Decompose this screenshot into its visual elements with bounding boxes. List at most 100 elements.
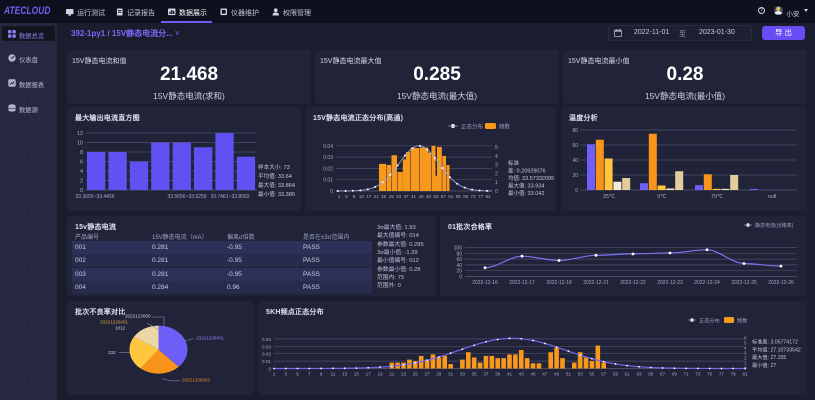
svg-text:频数: 频数	[737, 317, 748, 325]
svg-text:53: 53	[578, 372, 584, 377]
svg-text:7: 7	[308, 372, 311, 377]
svg-text:60: 60	[572, 143, 578, 149]
svg-text:2022-12-24: 2022-12-24	[694, 280, 720, 286]
svg-text:0.02: 0.02	[262, 352, 271, 357]
svg-text:0.03: 0.03	[323, 155, 333, 161]
svg-text:41: 41	[507, 372, 513, 377]
svg-text:63: 63	[636, 372, 642, 377]
svg-text:20221206002: 20221206002	[182, 378, 211, 383]
svg-text:43: 43	[519, 372, 525, 377]
svg-text:标准差: 3.05774172: 标准差: 3.05774172	[752, 338, 798, 346]
svg-text:47: 47	[542, 372, 548, 377]
svg-text:37: 37	[403, 194, 409, 199]
svg-text:0.01: 0.01	[262, 359, 271, 364]
svg-text:25℃: 25℃	[603, 194, 616, 200]
svg-text:31: 31	[448, 372, 454, 377]
svg-text:1: 1	[273, 372, 276, 377]
svg-text:9: 9	[353, 194, 356, 199]
svg-text:1012: 1012	[115, 326, 126, 331]
svg-text:232: 232	[108, 350, 116, 355]
svg-text:0.01: 0.01	[323, 178, 333, 184]
svg-text:0.04: 0.04	[323, 144, 333, 150]
svg-text:79: 79	[731, 372, 737, 377]
svg-text:15: 15	[354, 372, 360, 377]
svg-text:2: 2	[80, 179, 83, 185]
svg-text:平均值: 27.10733542: 平均值: 27.10733542	[752, 345, 801, 353]
svg-text:2022122600...: 2022122600...	[125, 314, 154, 319]
svg-text:12: 12	[77, 131, 83, 137]
svg-text:75: 75	[707, 372, 713, 377]
svg-text:静态电流(合格率): 静态电流(合格率)	[755, 222, 794, 229]
svg-text:0: 0	[268, 367, 271, 372]
svg-text:17: 17	[366, 194, 372, 199]
svg-text:最小值: 27: 最小值: 27	[752, 361, 776, 369]
svg-text:2022-12-22: 2022-12-22	[620, 280, 646, 286]
svg-text:57: 57	[601, 372, 607, 377]
svg-text:81: 81	[485, 194, 491, 199]
svg-text:25: 25	[413, 372, 419, 377]
svg-text:2022-12-21: 2022-12-21	[583, 280, 609, 286]
svg-text:最小值: 33.386: 最小值: 33.386	[258, 190, 295, 198]
svg-text:最大值: 33.934: 最大值: 33.934	[508, 182, 544, 190]
svg-text:29: 29	[389, 194, 395, 199]
svg-text:77: 77	[719, 372, 725, 377]
svg-text:45: 45	[418, 194, 424, 199]
svg-text:3: 3	[495, 163, 498, 169]
svg-text:2022-12-25: 2022-12-25	[731, 280, 757, 286]
svg-text:100: 100	[454, 246, 463, 252]
svg-text:20221206001: 20221206001	[196, 336, 225, 341]
svg-text:69: 69	[463, 194, 469, 199]
svg-text:17: 17	[366, 372, 372, 377]
svg-text:73: 73	[695, 372, 701, 377]
svg-text:0: 0	[744, 366, 747, 371]
svg-text:最小值: 33.042: 最小值: 33.042	[508, 189, 544, 197]
svg-text:平均值: 33.64: 平均值: 33.64	[258, 172, 292, 180]
svg-text:20221226001: 20221226001	[100, 320, 129, 325]
svg-text:61: 61	[448, 194, 454, 199]
svg-text:6: 6	[80, 160, 83, 166]
svg-text:81: 81	[742, 372, 748, 377]
svg-text:最大值: 33.864: 最大值: 33.864	[258, 181, 295, 189]
svg-text:5: 5	[296, 372, 299, 377]
svg-text:2: 2	[495, 171, 498, 177]
svg-text:10: 10	[77, 141, 83, 147]
svg-text:33: 33	[460, 372, 466, 377]
svg-text:70℃: 70℃	[711, 194, 724, 200]
svg-text:2022-12-17: 2022-12-17	[509, 280, 535, 286]
svg-text:29: 29	[436, 372, 442, 377]
svg-text:49: 49	[426, 194, 432, 199]
svg-text:25: 25	[381, 194, 387, 199]
svg-text:53: 53	[433, 194, 439, 199]
svg-text:9: 9	[320, 372, 323, 377]
svg-text:57: 57	[441, 194, 447, 199]
svg-text:4: 4	[80, 169, 83, 175]
svg-text:均值: 33.57332095: 均值: 33.57332095	[508, 174, 554, 182]
svg-text:2022-12-26: 2022-12-26	[768, 280, 794, 286]
svg-text:2022-12-23: 2022-12-23	[657, 280, 683, 286]
svg-text:0.03: 0.03	[262, 344, 271, 349]
svg-text:最大值: 27.155: 最大值: 27.155	[752, 353, 786, 361]
svg-text:45: 45	[531, 372, 537, 377]
svg-text:3: 3	[285, 372, 288, 377]
svg-text:49: 49	[554, 372, 560, 377]
svg-text:频数: 频数	[499, 123, 511, 131]
svg-text:23: 23	[401, 372, 407, 377]
svg-text:27: 27	[425, 372, 431, 377]
svg-text:51: 51	[566, 372, 572, 377]
svg-text:69: 69	[672, 372, 678, 377]
svg-text:5: 5	[495, 145, 498, 151]
svg-text:55: 55	[589, 372, 595, 377]
svg-text:0: 0	[459, 275, 462, 281]
svg-text:40: 40	[456, 263, 462, 269]
svg-text:8: 8	[80, 150, 83, 156]
svg-text:13: 13	[359, 194, 365, 199]
svg-text:差: 0.20929076: 差: 0.20929076	[508, 167, 546, 175]
svg-text:4: 4	[495, 154, 498, 160]
svg-text:1: 1	[338, 194, 341, 199]
svg-text:33: 33	[396, 194, 402, 199]
svg-text:null: null	[768, 194, 777, 200]
svg-text:65: 65	[648, 372, 654, 377]
svg-text:33.3655~33.4456: 33.3655~33.4456	[75, 194, 114, 200]
svg-text:65: 65	[456, 194, 462, 199]
svg-text:0℃: 0℃	[657, 194, 667, 200]
